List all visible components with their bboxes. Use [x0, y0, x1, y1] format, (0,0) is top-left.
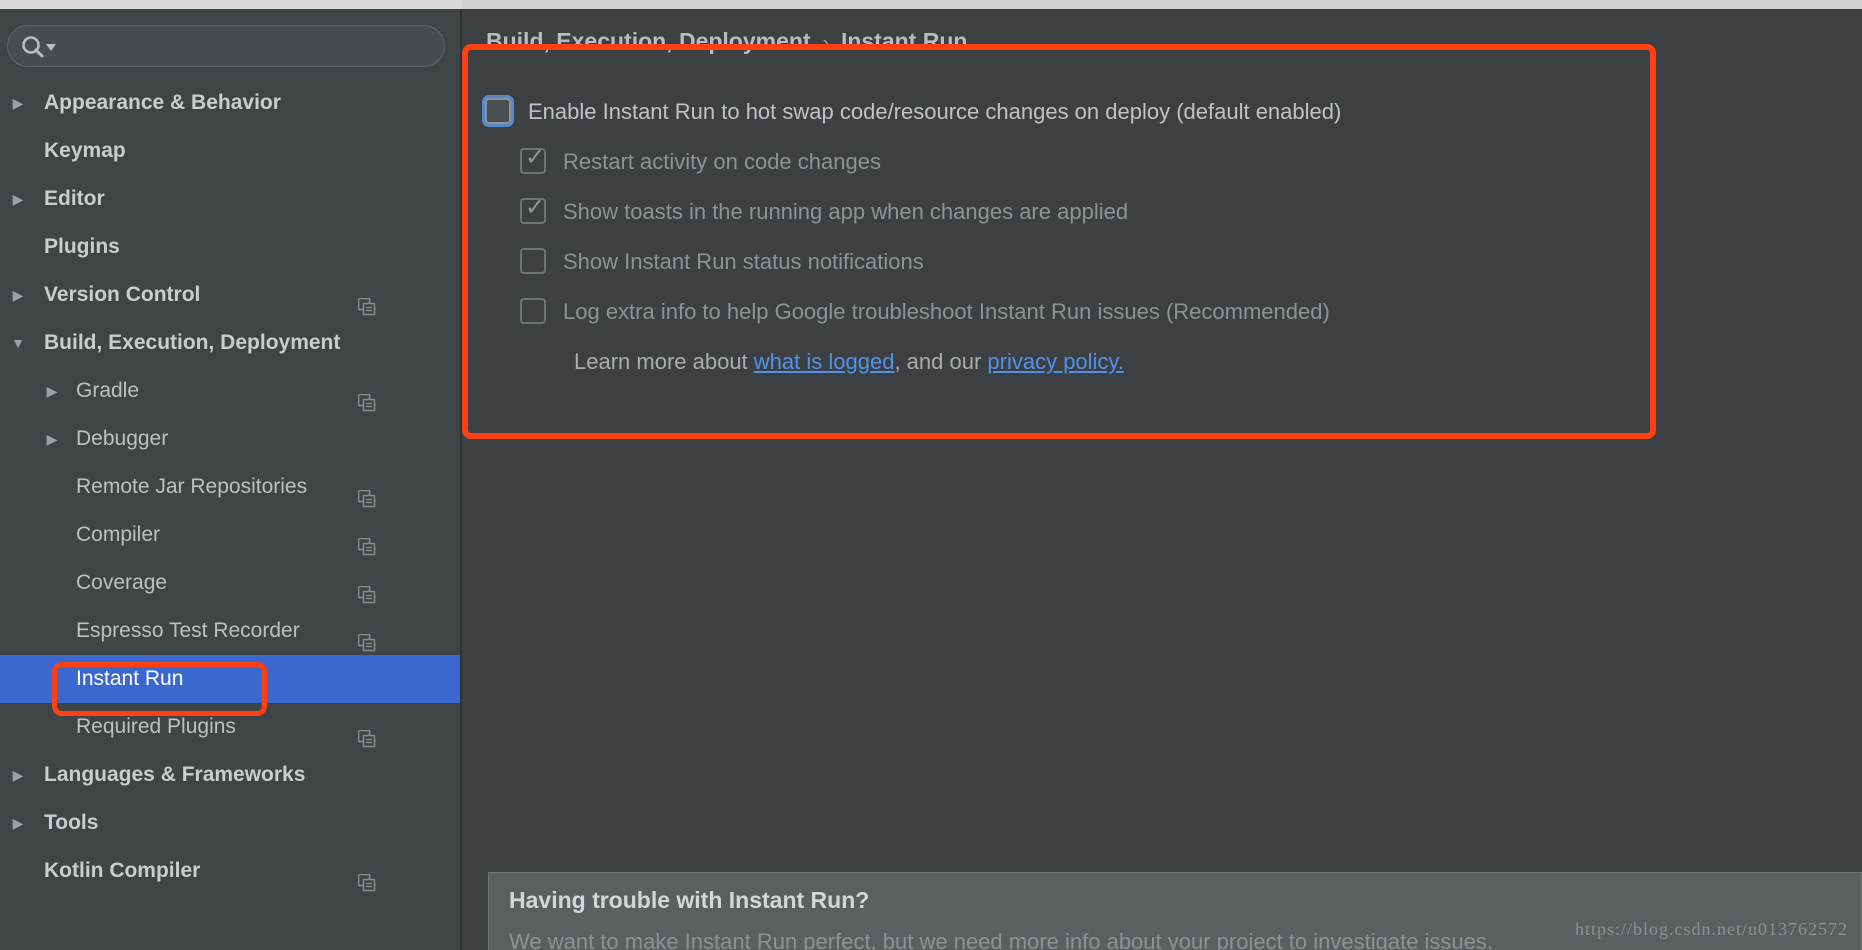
- help-panel-title: Having trouble with Instant Run?: [509, 887, 870, 913]
- copy-settings-icon[interactable]: [357, 382, 376, 412]
- chevron-right-icon[interactable]: ▶: [8, 79, 28, 127]
- breadcrumb-separator-icon: ›: [822, 33, 829, 54]
- sidebar-item-debugger[interactable]: ▶ Debugger: [0, 415, 460, 463]
- sidebar-item-label: Espresso Test Recorder: [76, 619, 300, 642]
- sidebar-item-label: Kotlin Compiler: [44, 859, 201, 882]
- sidebar-item-label: Editor: [44, 187, 105, 210]
- sidebar-item-languages-frameworks[interactable]: ▶ Languages & Frameworks: [0, 751, 460, 799]
- sidebar-item-label: Appearance & Behavior: [44, 91, 281, 114]
- chevron-down-icon[interactable]: ▼: [8, 319, 28, 367]
- sidebar-item-label: Version Control: [44, 283, 201, 306]
- breadcrumb: Build, Execution, Deployment › Instant Run: [486, 28, 967, 56]
- sidebar-item-remote-jar-repositories[interactable]: Remote Jar Repositories: [0, 463, 460, 511]
- sidebar-item-tools[interactable]: ▶ Tools: [0, 799, 460, 847]
- chevron-right-icon[interactable]: ▶: [8, 271, 28, 319]
- checkbox-unchecked-icon[interactable]: [520, 298, 546, 324]
- sidebar-item-kotlin-compiler[interactable]: Kotlin Compiler: [0, 847, 460, 895]
- learn-more-prefix: Learn more about: [574, 349, 754, 374]
- option-label: Show toasts in the running app when chan…: [563, 199, 1129, 224]
- option-label: Show Instant Run status notifications: [563, 249, 924, 274]
- sidebar-item-label: Compiler: [76, 523, 161, 546]
- option-label: Log extra info to help Google troublesho…: [563, 299, 1330, 324]
- settings-tree: ▶ Appearance & Behavior Keymap ▶ Editor Plugi…: [0, 79, 460, 895]
- copy-settings-icon[interactable]: [357, 478, 376, 508]
- sidebar-item-label: Plugins: [44, 235, 120, 258]
- sidebar-item-label: Required Plugins: [76, 715, 236, 738]
- chevron-right-icon[interactable]: ▶: [42, 367, 62, 415]
- sidebar-item-label: Tools: [44, 811, 99, 834]
- checkbox-unchecked-icon[interactable]: [520, 248, 546, 274]
- sidebar-item-coverage[interactable]: Coverage: [0, 559, 460, 607]
- option-row[interactable]: Enable Instant Run to hot swap code/reso…: [464, 87, 1862, 137]
- sidebar-item-plugins[interactable]: Plugins: [0, 223, 460, 271]
- sidebar-item-appearance-behavior[interactable]: ▶ Appearance & Behavior: [0, 79, 460, 127]
- copy-settings-icon[interactable]: [357, 526, 376, 556]
- sidebar-item-label: Remote Jar Repositories: [76, 475, 308, 498]
- option-row[interactable]: Show Instant Run status notifications: [464, 237, 1862, 287]
- option-row[interactable]: ✓ Restart activity on code changes: [464, 137, 1862, 187]
- option-label: Restart activity on code changes: [563, 149, 881, 174]
- chevron-right-icon[interactable]: ▶: [8, 799, 28, 847]
- search-icon: [18, 33, 58, 61]
- learn-more-middle: , and our: [894, 349, 988, 374]
- help-panel-body: We want to make Instant Run perfect, but…: [509, 929, 1494, 950]
- sidebar-item-label: Instant Run: [76, 667, 184, 690]
- sidebar-item-build-execution-deployment[interactable]: ▼ Build, Execution, Deployment: [0, 319, 460, 367]
- copy-settings-icon[interactable]: [357, 862, 376, 892]
- sidebar-item-label: Gradle: [76, 379, 140, 402]
- checkmark-icon: ✓: [524, 144, 546, 171]
- option-row[interactable]: Log extra info to help Google troublesho…: [464, 287, 1862, 337]
- sidebar-item-label: Languages & Frameworks: [44, 763, 306, 786]
- settings-sidebar: ▶ Appearance & Behavior Keymap ▶ Editor Plugi…: [0, 9, 462, 950]
- checkbox-unchecked-icon[interactable]: [485, 98, 511, 124]
- option-row[interactable]: ✓ Show toasts in the running app when cha…: [464, 187, 1862, 237]
- breadcrumb-current: Instant Run: [840, 28, 968, 54]
- search-input[interactable]: [60, 26, 432, 66]
- watermark: https://blog.csdn.net/u013762572: [1575, 919, 1848, 939]
- learn-more-row: Learn more about what is logged, and our…: [464, 337, 1862, 387]
- sidebar-item-instant-run[interactable]: Instant Run: [0, 655, 460, 703]
- copy-settings-icon[interactable]: [357, 574, 376, 604]
- sidebar-item-gradle[interactable]: ▶ Gradle: [0, 367, 460, 415]
- settings-search-box[interactable]: [7, 25, 445, 67]
- sidebar-item-label: Keymap: [44, 139, 126, 162]
- chevron-right-icon[interactable]: ▶: [8, 751, 28, 799]
- copy-settings-icon[interactable]: [357, 622, 376, 652]
- sidebar-item-espresso-test-recorder[interactable]: Espresso Test Recorder: [0, 607, 460, 655]
- option-label: Enable Instant Run to hot swap code/reso…: [528, 99, 1342, 124]
- checkbox-checked-icon[interactable]: ✓: [520, 144, 546, 174]
- breadcrumb-root[interactable]: Build, Execution, Deployment: [486, 28, 811, 54]
- settings-main-panel: Build, Execution, Deployment › Instant Run…: [464, 9, 1862, 950]
- window-top-strip-left: [0, 0, 462, 9]
- privacy-policy-link[interactable]: privacy policy.: [987, 349, 1124, 374]
- chevron-right-icon[interactable]: ▶: [42, 415, 62, 463]
- sidebar-item-keymap[interactable]: Keymap: [0, 127, 460, 175]
- sidebar-item-label: Debugger: [76, 427, 169, 450]
- sidebar-item-label: Build, Execution, Deployment: [44, 331, 341, 354]
- copy-settings-icon[interactable]: [357, 718, 376, 748]
- checkbox-checked-icon[interactable]: ✓: [520, 194, 546, 224]
- sidebar-item-compiler[interactable]: Compiler: [0, 511, 460, 559]
- what-is-logged-link[interactable]: what is logged: [754, 349, 895, 374]
- sidebar-item-editor[interactable]: ▶ Editor: [0, 175, 460, 223]
- checkmark-icon: ✓: [524, 194, 546, 221]
- sidebar-item-version-control[interactable]: ▶ Version Control: [0, 271, 460, 319]
- copy-settings-icon[interactable]: [357, 286, 376, 316]
- settings-dialog: ▶ Appearance & Behavior Keymap ▶ Editor Plugi…: [0, 0, 1862, 950]
- instant-run-options: Enable Instant Run to hot swap code/reso…: [464, 87, 1862, 387]
- sidebar-item-required-plugins[interactable]: Required Plugins: [0, 703, 460, 751]
- chevron-right-icon[interactable]: ▶: [8, 175, 28, 223]
- sidebar-item-label: Coverage: [76, 571, 168, 594]
- learn-more-text: Learn more about what is logged, and our…: [574, 337, 1124, 387]
